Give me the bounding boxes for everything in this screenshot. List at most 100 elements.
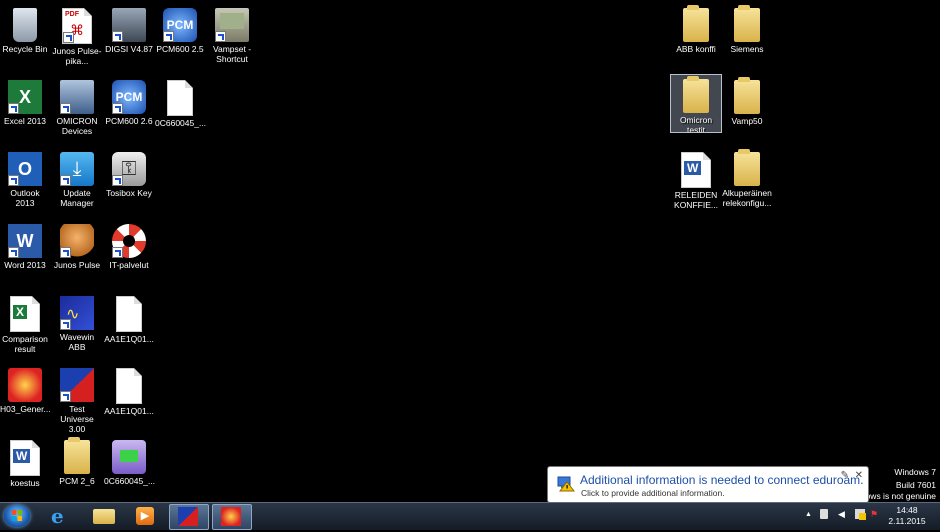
shortcut-arrow-icon — [63, 32, 74, 43]
desktop-icon-vamp50[interactable]: Vamp50 — [722, 76, 772, 126]
pcm-icon: PCM — [112, 80, 146, 114]
network-devices-icon — [60, 80, 94, 114]
file-icon — [167, 80, 193, 116]
desktop-icon-aa1e1q01-a[interactable]: AA1E1Q01... — [104, 292, 154, 344]
folder-icon — [734, 5, 760, 42]
desktop-icon-siemens[interactable]: Siemens — [722, 4, 772, 54]
taskbar-test-universe[interactable] — [169, 504, 209, 530]
test-universe-icon — [60, 368, 94, 402]
desktop-icon-pcm600-2-6[interactable]: PCM PCM600 2.6 — [104, 76, 154, 126]
icon-label: Tosibox Key — [106, 188, 152, 198]
tray-speaker-icon[interactable]: ◀ — [838, 509, 845, 520]
desktop-icon-vampset[interactable]: Vampset - Shortcut — [207, 4, 257, 64]
desktop-icon-abb-konffi[interactable]: ABB konffi — [671, 4, 721, 54]
notification-balloon[interactable]: Additional information is needed to conn… — [547, 466, 869, 503]
close-icon[interactable]: ✕ — [855, 470, 863, 481]
icon-label: Alkuperäinen relekonfigu... — [722, 188, 772, 208]
notification-title: Additional information is needed to conn… — [580, 473, 864, 487]
digsi-icon — [112, 8, 146, 42]
shortcut-arrow-icon — [215, 31, 226, 42]
taskbar-media-player[interactable]: ▶ — [127, 504, 165, 528]
icon-label: RELEIDEN KONFFIE... — [674, 190, 718, 210]
desktop-icon-releiden-konffie[interactable]: W RELEIDEN KONFFIE... — [671, 148, 721, 210]
desktop-icon-alkuperainen[interactable]: Alkuperäinen relekonfigu... — [722, 148, 772, 208]
icon-label: OMICRON Devices — [56, 116, 98, 136]
clock-date: 2.11.2015 — [888, 516, 926, 526]
desktop-icon-word-2013[interactable]: W Word 2013 — [0, 220, 50, 270]
desktop-icon-excel-2013[interactable]: X Excel 2013 — [0, 76, 50, 126]
file-icon — [116, 296, 142, 332]
recycle-bin-icon — [13, 8, 37, 42]
desktop-icon-junos-pulse-pika[interactable]: PDF ⌘ Junos Pulse-pika... — [52, 4, 102, 66]
taskbar-ie[interactable]: e — [43, 504, 81, 528]
desktop-icon-aa1e1q01-b[interactable]: AA1E1Q01... — [104, 364, 154, 416]
test-universe-icon — [178, 507, 198, 526]
start-button[interactable] — [4, 505, 30, 527]
desktop-icon-it-palvelut[interactable]: IT-palvelut — [104, 220, 154, 270]
pdf-file-icon: PDF ⌘ — [62, 8, 92, 44]
icon-label: Word 2013 — [4, 260, 46, 270]
shortcut-arrow-icon — [112, 175, 123, 186]
desktop-icon-comparison-result[interactable]: X Comparison result — [0, 292, 50, 354]
icon-label: 0C660045_... — [155, 118, 207, 128]
excel-icon: X — [8, 80, 42, 114]
desktop-icon-recycle-bin[interactable]: Recycle Bin — [0, 4, 50, 54]
icon-label: IT-palvelut — [109, 260, 149, 270]
desktop-icon-wavewin-abb[interactable]: ∿ Wavewin ABB — [52, 292, 102, 352]
shortcut-arrow-icon — [163, 31, 174, 42]
desktop-icon-0c660045-b[interactable]: 0C660045_... — [104, 436, 156, 486]
shortcut-arrow-icon — [112, 247, 123, 258]
icon-label: ABB konffi — [676, 44, 716, 54]
internet-explorer-icon: e — [51, 504, 64, 528]
folder-icon — [93, 509, 115, 524]
shortcut-arrow-icon — [60, 103, 71, 114]
desktop-icon-update-manager[interactable]: ⤓ Update Manager — [52, 148, 102, 208]
excel-file-icon: X — [10, 296, 40, 332]
tray-sd-card-icon[interactable] — [820, 509, 828, 519]
icon-label: Test Universe 3.00 — [60, 404, 94, 434]
icon-label: Vampset - Shortcut — [212, 44, 252, 64]
desktop-icon-omicron-devices[interactable]: OMICRON Devices — [52, 76, 102, 136]
shortcut-arrow-icon — [8, 247, 19, 258]
icon-label: H03_Gener... — [0, 404, 51, 414]
taskbar-explorer[interactable] — [85, 504, 123, 528]
taskbar-clock[interactable]: 14:48 2.11.2015 — [884, 505, 930, 527]
desktop-icon-omicron-testit[interactable]: Omicron testit — [670, 74, 722, 135]
icon-label: Outlook 2013 — [10, 188, 40, 208]
icon-label: Recycle Bin — [2, 44, 48, 54]
icon-label: PCM600 2.5 — [156, 44, 204, 54]
shortcut-arrow-icon — [60, 391, 71, 402]
icon-label: PCM 2_6 — [59, 476, 95, 486]
desktop-icon-h03-gener[interactable]: H03_Gener... — [0, 364, 51, 414]
word-file-icon: W — [10, 440, 40, 476]
icon-label: AA1E1Q01... — [104, 406, 154, 416]
desktop-icon-pcm-2-6[interactable]: PCM 2_6 — [52, 436, 102, 486]
taskbar-omicron[interactable] — [212, 504, 252, 530]
desktop-icon-junos-pulse[interactable]: Junos Pulse — [52, 220, 102, 270]
folder-icon — [734, 149, 760, 186]
media-player-icon: ▶ — [136, 507, 154, 525]
desktop-icon-test-universe[interactable]: Test Universe 3.00 — [52, 364, 102, 434]
icon-label: 0C660045_... — [104, 476, 156, 486]
icon-label: Wavewin ABB — [59, 332, 95, 352]
icon-label: Update Manager — [60, 188, 94, 208]
icon-label: Junos Pulse-pika... — [52, 46, 102, 66]
pin-icon[interactable]: ✎ — [841, 470, 849, 481]
icon-label: Excel 2013 — [3, 116, 47, 126]
desktop-icon-pcm600-2-5[interactable]: PCM PCM600 2.5 — [155, 4, 205, 54]
show-hidden-icons-button[interactable]: ▲ — [805, 511, 812, 518]
shortcut-arrow-icon — [112, 103, 123, 114]
wavewin-icon: ∿ — [60, 296, 94, 330]
tray-network-warning-icon[interactable] — [855, 509, 866, 520]
word-file-icon: W — [681, 152, 711, 188]
desktop-icon-0c660045-a[interactable]: 0C660045_... — [155, 76, 207, 128]
desktop-icon-tosibox-key[interactable]: ⚿ Tosibox Key — [104, 148, 154, 198]
desktop-icon-koestus[interactable]: W koestus — [0, 436, 50, 488]
tray-action-center-flag-icon[interactable]: ⚑ — [870, 509, 878, 520]
desktop-icon-outlook-2013[interactable]: O Outlook 2013 — [0, 148, 50, 208]
desktop-icon-digsi[interactable]: DIGSI V4.87 — [104, 4, 154, 54]
icon-label: Omicron testit — [679, 115, 713, 135]
windows-logo-icon — [12, 510, 22, 521]
desktop[interactable]: Recycle Bin X Excel 2013 O Outlook 2013 … — [0, 0, 940, 502]
icon-label: Vamp50 — [731, 116, 763, 126]
